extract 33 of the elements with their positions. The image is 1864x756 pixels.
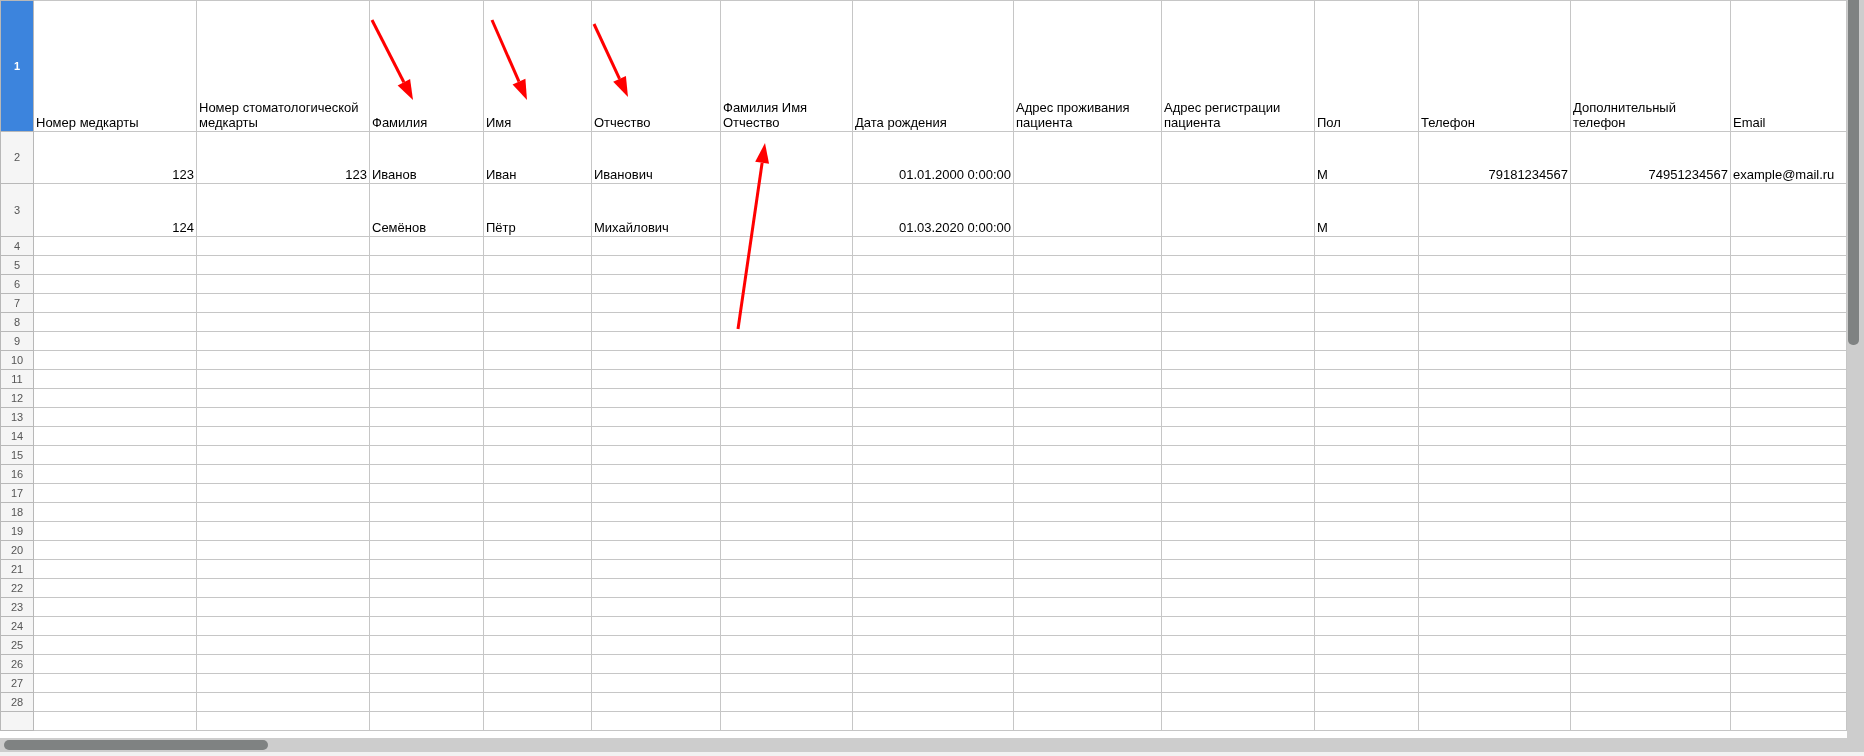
column-heading-cell: Дата рождения [852,0,1014,132]
scrollbar-thumb[interactable] [1848,0,1859,345]
column-heading-cell: Email [1730,0,1847,132]
column-heading-cell: Адрес регистрации пациента [1161,0,1315,132]
table-cell: М [1314,131,1419,184]
horizontal-scrollbar[interactable] [0,738,1864,752]
table-cell: Иванов [369,131,484,184]
table-cell: 74951234567 [1570,131,1731,184]
table-cell: 79181234567 [1418,131,1571,184]
table-cell: Семёнов [369,183,484,237]
column-heading-cell: Пол [1314,0,1419,132]
scrollbar-thumb[interactable] [4,740,268,750]
vertical-scrollbar[interactable] [1847,0,1864,738]
table-cell: Иван [483,131,592,184]
column-heading-cell: Дополнительный телефон [1570,0,1731,132]
row-header[interactable]: 2 [0,131,34,184]
table-cell: 124 [33,183,197,237]
table-cell: Иванович [591,131,721,184]
table-cell: Михайлович [591,183,721,237]
table-cell: М [1314,183,1419,237]
table-cell: 01.01.2000 0:00:00 [852,131,1014,184]
column-heading-cell: Номер стоматологической медкарты [196,0,370,132]
row-header[interactable]: 3 [0,183,34,237]
table-cell: 01.03.2020 0:00:00 [852,183,1014,237]
column-heading-cell: Фамилия Имя Отчество [720,0,853,132]
column-heading-cell: Адрес проживания пациента [1013,0,1162,132]
column-heading-cell: Номер медкарты [33,0,197,132]
column-heading-cell: Телефон [1418,0,1571,132]
table-cell: 123 [33,131,197,184]
table-cell: 123 [196,131,370,184]
row-header[interactable]: 1 [0,0,34,132]
table-cell: Пётр [483,183,592,237]
table-cell: example@mail.ru [1730,131,1847,184]
